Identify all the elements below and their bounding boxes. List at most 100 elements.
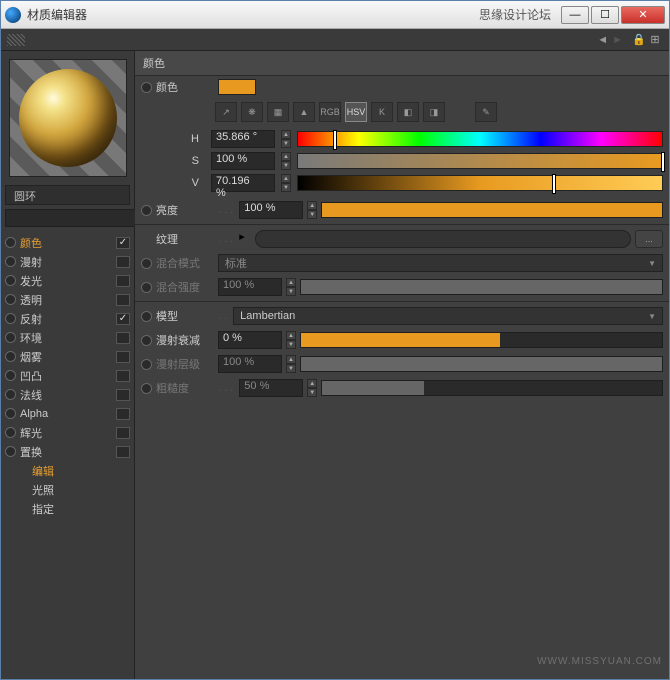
sat-spinner[interactable]: ▲▼ (281, 152, 291, 170)
channel-radio[interactable] (5, 351, 16, 362)
channel-radio[interactable] (5, 275, 16, 286)
channel-checkbox[interactable] (116, 408, 130, 420)
blendstr-spinner[interactable]: ▲▼ (286, 278, 296, 296)
sat-slider[interactable] (297, 153, 663, 169)
channel-label[interactable]: 辉光 (20, 425, 112, 441)
channel-label[interactable]: 法线 (20, 387, 112, 403)
brightness-expand-icon[interactable] (141, 205, 152, 216)
level-spinner[interactable]: ▲▼ (286, 355, 296, 373)
falloff-field[interactable]: 0 % (218, 331, 282, 349)
hue-spinner[interactable]: ▲▼ (281, 130, 291, 148)
roughness-label: 粗糙度 (156, 380, 214, 396)
texture-field[interactable] (255, 230, 631, 248)
channel-checkbox[interactable]: ✓ (116, 237, 130, 249)
subchannel-label[interactable]: 编辑 (20, 463, 130, 479)
channel-label[interactable]: 反射 (20, 311, 112, 327)
blendstr-field[interactable]: 100 % (218, 278, 282, 296)
channel-radio[interactable] (5, 294, 16, 305)
channel-label[interactable]: 凹凸 (20, 368, 112, 384)
level-slider[interactable] (300, 356, 663, 372)
falloff-label: 漫射衰减 (156, 332, 214, 348)
subchannel-label[interactable]: 光照 (20, 482, 130, 498)
texture-browse-button[interactable]: ... (635, 230, 663, 248)
channel-label[interactable]: Alpha (20, 408, 112, 420)
color-expand-icon[interactable] (141, 82, 152, 93)
color-mode-button[interactable]: ↗ (215, 102, 237, 122)
brightness-slider[interactable] (321, 202, 663, 218)
val-slider[interactable] (297, 175, 663, 191)
channel-checkbox[interactable] (116, 370, 130, 382)
channel-checkbox[interactable] (116, 332, 130, 344)
color-mode-button[interactable]: ✎ (475, 102, 497, 122)
roughness-slider[interactable] (321, 380, 663, 396)
roughness-expand-icon[interactable] (141, 383, 152, 394)
window-subtitle: 思缘设计论坛 (479, 6, 551, 23)
hue-slider[interactable] (297, 131, 663, 147)
blendstr-slider[interactable] (300, 279, 663, 295)
channel-label[interactable]: 置换 (20, 444, 112, 460)
color-mode-button[interactable]: ◨ (423, 102, 445, 122)
material-preview[interactable] (9, 59, 127, 177)
hue-field[interactable]: 35.866 ° (211, 130, 275, 148)
color-swatch[interactable] (218, 79, 256, 95)
new-tab-icon[interactable]: ⊞ (647, 32, 663, 48)
lock-icon[interactable]: 🔒 (631, 32, 647, 48)
channel-label[interactable]: 烟雾 (20, 349, 112, 365)
channel-checkbox[interactable] (116, 294, 130, 306)
close-button[interactable]: ✕ (621, 6, 665, 24)
nav-prev-icon[interactable]: ◄ (597, 34, 608, 46)
falloff-expand-icon[interactable] (141, 335, 152, 346)
texture-toggle-icon[interactable]: ▸ (239, 230, 251, 248)
channel-radio[interactable] (5, 408, 16, 419)
channel-radio[interactable] (5, 389, 16, 400)
material-name-field[interactable]: 圆环 (5, 185, 130, 205)
channel-radio[interactable] (5, 446, 16, 457)
channel-checkbox[interactable] (116, 446, 130, 458)
level-field[interactable]: 100 % (218, 355, 282, 373)
color-mode-button[interactable]: RGB (319, 102, 341, 122)
channel-radio[interactable] (5, 313, 16, 324)
val-spinner[interactable]: ▲▼ (281, 174, 291, 192)
channel-radio[interactable] (5, 427, 16, 438)
titlebar[interactable]: 材质编辑器 思缘设计论坛 — ☐ ✕ (1, 1, 669, 29)
channel-label[interactable]: 颜色 (20, 235, 112, 251)
blendstr-expand-icon[interactable] (141, 282, 152, 293)
maximize-button[interactable]: ☐ (591, 6, 619, 24)
channel-label[interactable]: 环境 (20, 330, 112, 346)
channel-radio[interactable] (5, 332, 16, 343)
channel-radio[interactable] (5, 237, 16, 248)
channel-checkbox[interactable] (116, 427, 130, 439)
channel-radio[interactable] (5, 370, 16, 381)
blendmode-expand-icon[interactable] (141, 258, 152, 269)
sat-field[interactable]: 100 % (211, 152, 275, 170)
blendmode-dropdown[interactable]: 标准 (218, 254, 663, 272)
channel-label[interactable]: 透明 (20, 292, 112, 308)
brightness-field[interactable]: 100 % (239, 201, 303, 219)
channel-checkbox[interactable] (116, 351, 130, 363)
roughness-spinner[interactable]: ▲▼ (307, 379, 317, 397)
val-field[interactable]: 70.196 % (211, 174, 275, 192)
channel-radio[interactable] (5, 256, 16, 267)
falloff-spinner[interactable]: ▲▼ (286, 331, 296, 349)
nav-next-icon[interactable]: ► (612, 34, 623, 46)
channel-label[interactable]: 发光 (20, 273, 112, 289)
minimize-button[interactable]: — (561, 6, 589, 24)
channel-checkbox[interactable]: ✓ (116, 313, 130, 325)
brightness-spinner[interactable]: ▲▼ (307, 201, 317, 219)
falloff-slider[interactable] (300, 332, 663, 348)
color-mode-button[interactable]: K (371, 102, 393, 122)
color-mode-button[interactable]: HSV (345, 102, 367, 122)
color-mode-button[interactable]: ▦ (267, 102, 289, 122)
channel-checkbox[interactable] (116, 256, 130, 268)
level-expand-icon[interactable] (141, 359, 152, 370)
subchannel-label[interactable]: 指定 (20, 501, 130, 517)
roughness-field[interactable]: 50 % (239, 379, 303, 397)
channel-checkbox[interactable] (116, 389, 130, 401)
color-mode-button[interactable]: ◧ (397, 102, 419, 122)
channel-checkbox[interactable] (116, 275, 130, 287)
color-mode-button[interactable]: ▲ (293, 102, 315, 122)
model-expand-icon[interactable] (141, 311, 152, 322)
model-dropdown[interactable]: Lambertian (233, 307, 663, 325)
channel-label[interactable]: 漫射 (20, 254, 112, 270)
color-mode-button[interactable]: ❋ (241, 102, 263, 122)
